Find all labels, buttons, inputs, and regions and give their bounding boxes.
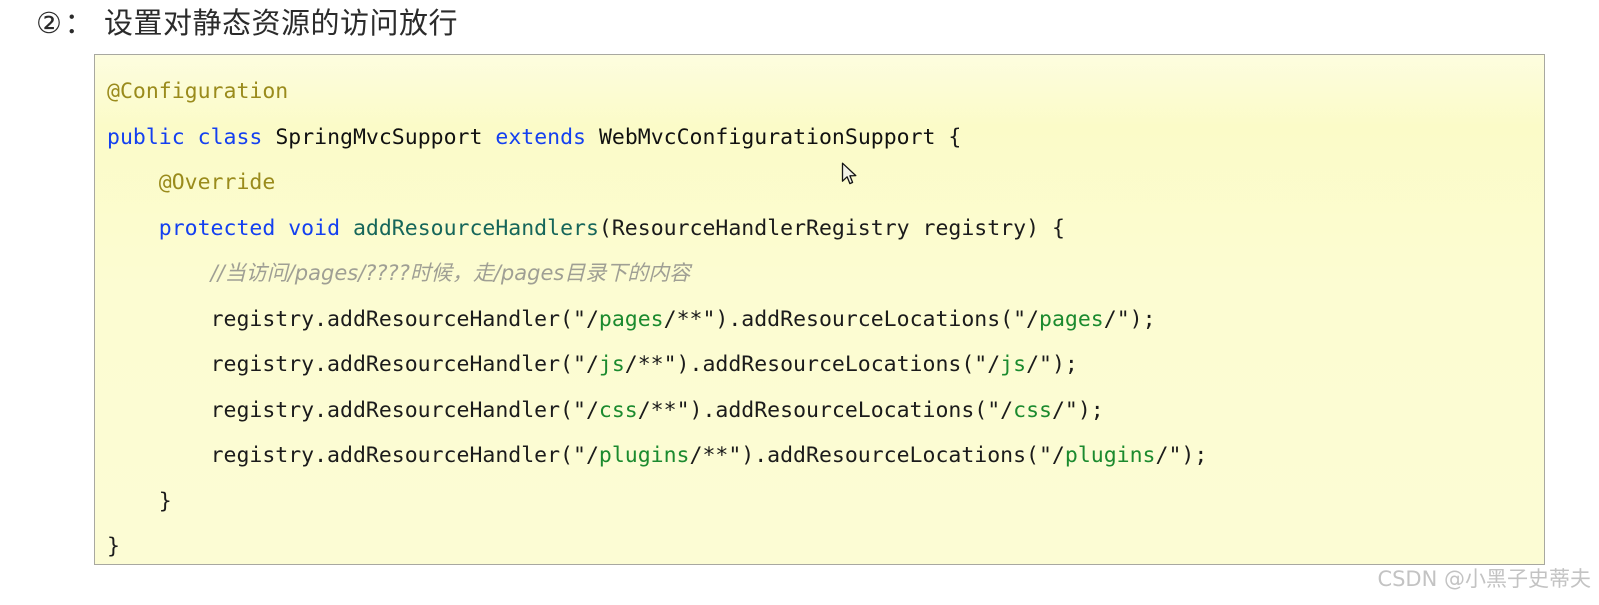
code-token-type: SpringMvcSupport xyxy=(275,124,483,150)
step-marker: ② xyxy=(36,6,63,40)
code-token-punc: /**").addResourceLocations("/ xyxy=(689,443,1065,468)
code-token-punc xyxy=(482,125,495,150)
code-token-kw: extends xyxy=(495,124,586,150)
code-token-anno: @Configuration xyxy=(107,79,289,104)
watermark: CSDN @小黑子史蒂夫 xyxy=(1377,567,1591,591)
code-token-type: WebMvcConfigurationSupport xyxy=(598,124,936,150)
code-token-kw: protected xyxy=(158,215,276,241)
code-token-punc: } xyxy=(158,488,172,514)
code-token-str: pages xyxy=(598,306,664,332)
code-token-punc xyxy=(275,216,288,241)
code-line: registry.addResourceHandler("/pages/**")… xyxy=(107,297,1544,343)
code-token-punc: (ResourceHandlerRegistry registry) { xyxy=(598,215,1065,241)
code-token-str: js xyxy=(598,352,625,377)
code-token-kw: void xyxy=(288,215,341,241)
code-token-punc: /"); xyxy=(1051,397,1104,423)
code-line: registry.addResourceHandler("/plugins/**… xyxy=(107,433,1544,479)
code-token-punc xyxy=(586,125,599,150)
code-token-str: plugins xyxy=(1064,443,1156,468)
code-content[interactable]: @Configuration public class SpringMvcSupp… xyxy=(95,55,1544,564)
code-token-str: pages xyxy=(1039,306,1104,332)
code-token-punc: registry.addResourceHandler("/ xyxy=(210,397,599,423)
code-token-punc: registry.addResourceHandler("/ xyxy=(210,352,599,377)
page-title: ②： 设置对静态资源的访问放行 xyxy=(36,2,458,44)
code-token-punc: /"); xyxy=(1155,443,1208,468)
code-line: public class SpringMvcSupport extends We… xyxy=(107,115,1544,161)
page-title-text: 设置对静态资源的访问放行 xyxy=(104,6,459,40)
code-token-str: plugins xyxy=(598,443,690,468)
code-line: } xyxy=(107,524,1544,564)
code-line: @Override xyxy=(107,160,1544,206)
code-token-punc: registry.addResourceHandler("/ xyxy=(210,306,599,332)
code-block: @Configuration public class SpringMvcSupp… xyxy=(94,54,1545,565)
code-token-meth: addResourceHandlers xyxy=(352,215,599,241)
code-token-punc xyxy=(340,216,353,241)
code-token-punc: { xyxy=(935,124,962,150)
code-token-kw: public xyxy=(107,124,185,150)
code-token-anno: @Override xyxy=(158,170,276,195)
code-token-punc xyxy=(185,125,198,150)
code-line: //当访问/pages/????时候，走/pages目录下的内容 xyxy=(107,251,1544,297)
code-token-str: js xyxy=(1000,352,1027,377)
code-line: @Configuration xyxy=(107,69,1544,115)
code-token-str: css xyxy=(1013,397,1052,423)
code-token-punc: /**").addResourceLocations("/ xyxy=(663,306,1040,332)
code-token-punc: /"); xyxy=(1103,306,1156,332)
step-colon: ： xyxy=(64,6,95,40)
code-token-kw: class xyxy=(197,124,263,150)
code-token-str: css xyxy=(598,397,638,423)
code-token-punc xyxy=(262,125,275,150)
code-line: } xyxy=(107,479,1544,525)
code-token-punc: /"); xyxy=(1026,352,1078,377)
code-token-punc: /**").addResourceLocations("/ xyxy=(624,352,1001,377)
code-line: registry.addResourceHandler("/js/**").ad… xyxy=(107,342,1544,388)
code-token-punc: /**").addResourceLocations("/ xyxy=(637,397,1014,423)
code-token-punc: } xyxy=(107,534,120,559)
code-token-cmt: //当访问/pages/????时候，走/pages目录下的内容 xyxy=(210,261,691,285)
code-line: registry.addResourceHandler("/css/**").a… xyxy=(107,388,1544,434)
code-line: protected void addResourceHandlers(Resou… xyxy=(107,206,1544,252)
code-token-punc: registry.addResourceHandler("/ xyxy=(210,443,599,468)
